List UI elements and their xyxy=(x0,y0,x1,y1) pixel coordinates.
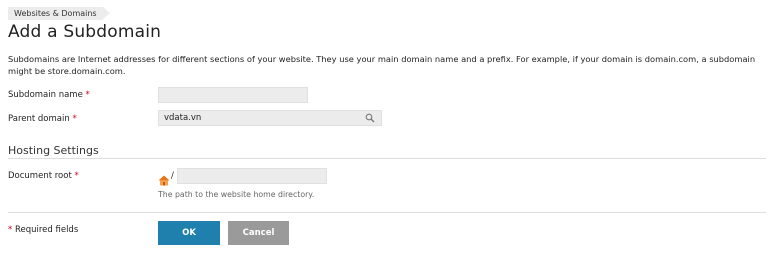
search-icon[interactable] xyxy=(365,113,375,123)
ok-button[interactable]: OK xyxy=(158,221,220,245)
required-asterisk: * xyxy=(72,114,77,124)
parent-domain-label: Parent domain * xyxy=(8,114,77,124)
document-root-input[interactable] xyxy=(177,168,327,184)
home-icon xyxy=(158,171,170,186)
document-root-label-text: Document root xyxy=(8,171,72,181)
subdomain-name-label-text: Subdomain name xyxy=(8,90,83,100)
required-asterisk: * xyxy=(74,171,79,181)
parent-domain-label-text: Parent domain xyxy=(8,114,70,124)
parent-domain-select[interactable]: vdata.vn xyxy=(158,110,382,126)
parent-domain-value: vdata.vn xyxy=(164,113,202,123)
document-root-hint: The path to the website home directory. xyxy=(158,190,315,199)
required-asterisk: * xyxy=(85,90,90,100)
footer-divider xyxy=(8,212,766,213)
subdomain-name-label: Subdomain name * xyxy=(8,90,90,100)
page-title: Add a Subdomain xyxy=(8,22,162,42)
document-root-label: Document root * xyxy=(8,171,79,181)
section-divider xyxy=(8,158,766,159)
required-fields-text: Required fields xyxy=(14,225,79,235)
required-asterisk: * xyxy=(8,225,13,235)
breadcrumb-item-websites-domains[interactable]: Websites & Domains xyxy=(8,7,110,20)
hosting-settings-heading: Hosting Settings xyxy=(8,144,99,157)
cancel-button[interactable]: Cancel xyxy=(228,221,289,245)
subdomain-name-input[interactable] xyxy=(158,87,308,103)
breadcrumb: Websites & Domains xyxy=(8,7,110,20)
document-root-prefix: / xyxy=(171,171,174,181)
page-description: Subdomains are Internet addresses for di… xyxy=(8,54,756,76)
required-fields-note: * Required fields xyxy=(8,225,78,235)
